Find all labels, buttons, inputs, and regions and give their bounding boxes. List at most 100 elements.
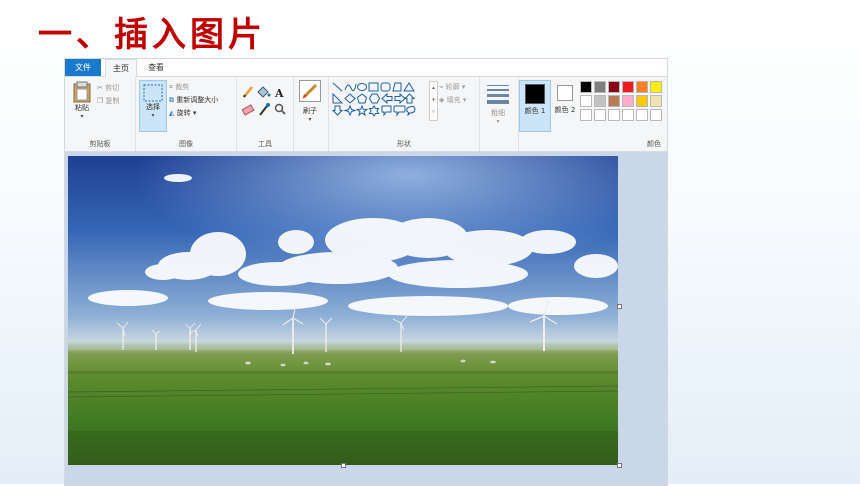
size-label: 粗细 xyxy=(491,109,505,117)
paste-label: 粘贴 xyxy=(75,104,89,112)
chevron-down-icon: ▾ xyxy=(192,109,197,117)
line-thickness-icon xyxy=(484,85,512,104)
shapes-scrollbar[interactable]: ▴ ▾ ▿ xyxy=(429,81,438,121)
rectangle-shape-icon xyxy=(368,82,379,92)
color-swatch[interactable] xyxy=(636,81,648,93)
color-swatch[interactable] xyxy=(580,81,592,93)
color-swatch[interactable] xyxy=(608,81,620,93)
text-icon[interactable]: A xyxy=(274,87,284,100)
color2-button[interactable]: 颜色 2 xyxy=(552,80,578,130)
color-swatch[interactable] xyxy=(622,81,634,93)
chevron-down-icon: ▾ xyxy=(461,83,466,91)
arrow-up-shape-icon xyxy=(403,93,416,104)
shapes-group-label: 形状 xyxy=(397,140,411,148)
rotate-label: 旋转 xyxy=(176,109,191,117)
ribbon: 粘贴 ▾ ✂ 剪切 ❐ 复制 剪贴板 选择 ▾ ⌗ 裁剪 ⧉ 重新调整大小 ◭ … xyxy=(65,77,667,152)
resize-icon: ⧉ xyxy=(169,96,174,104)
oval-shape-icon xyxy=(357,83,367,91)
callout-rounded-shape-icon xyxy=(393,105,406,117)
canvas-area[interactable] xyxy=(65,152,667,485)
fence xyxy=(68,385,618,398)
slide-title: 一、插入图片 xyxy=(38,15,266,55)
chevron-down-icon: ▾ xyxy=(462,96,467,104)
resize-handle-bottom[interactable] xyxy=(341,463,346,468)
color-swatch[interactable] xyxy=(594,81,606,93)
rotate-button[interactable]: ◭ 旋转 ▾ xyxy=(169,108,196,118)
line-shape-icon xyxy=(332,82,343,92)
tab-view[interactable]: 查看 xyxy=(141,59,171,76)
color-swatch[interactable] xyxy=(650,81,662,93)
resize-handle-right[interactable] xyxy=(617,304,622,309)
color2-label: 颜色 2 xyxy=(554,106,576,114)
tools-group: A 工具 xyxy=(237,77,294,151)
color-swatch[interactable] xyxy=(636,95,648,107)
color-swatch[interactable] xyxy=(608,95,620,107)
arrow-down-shape-icon xyxy=(331,105,344,116)
chevron-down-icon: ▾ xyxy=(151,111,155,119)
shapes-group: ▴ ▾ ▿ ⌁ 轮廓 ▾ ◈ 填充 ▾ 形状 xyxy=(329,77,480,151)
ribbon-tab-bar: 文件 主页 查看 xyxy=(65,59,667,77)
color1-swatch xyxy=(525,84,545,104)
arrow-left-shape-icon xyxy=(394,92,406,105)
paste-button[interactable]: 粘贴 ▾ xyxy=(71,81,93,125)
polygon-shape-icon xyxy=(392,82,402,92)
chevron-down-icon: ▾ xyxy=(80,113,84,120)
colors-group: 颜色 1 颜色 2 颜色 xyxy=(519,77,667,151)
diamond-shape-icon xyxy=(344,93,356,104)
crop-button[interactable]: ⌗ 裁剪 xyxy=(169,82,189,92)
livestock xyxy=(245,359,496,367)
color-swatch[interactable] xyxy=(594,109,606,121)
svg-text:A: A xyxy=(274,87,284,100)
resize-handle-corner[interactable] xyxy=(617,463,622,468)
pencil-icon[interactable] xyxy=(243,86,253,98)
crop-label: 裁剪 xyxy=(175,83,190,91)
cut-button[interactable]: ✂ 剪切 xyxy=(97,83,119,93)
color-swatch[interactable] xyxy=(580,109,592,121)
color-swatch[interactable] xyxy=(608,109,620,121)
tools-group-label: 工具 xyxy=(258,140,272,148)
resize-button[interactable]: ⧉ 重新调整大小 xyxy=(169,95,218,105)
color-swatch[interactable] xyxy=(580,95,592,107)
image-group-label: 图像 xyxy=(179,140,193,148)
color-swatch[interactable] xyxy=(594,95,606,107)
size-button[interactable]: 粗细 ▾ xyxy=(484,83,512,125)
hexagon-shape-icon xyxy=(368,93,381,104)
tab-home[interactable]: 主页 xyxy=(105,59,137,77)
eraser-icon[interactable] xyxy=(241,104,255,116)
color-swatch[interactable] xyxy=(622,95,634,107)
paste-icon xyxy=(73,81,91,103)
color-swatch[interactable] xyxy=(650,95,662,107)
fill-icon: ◈ xyxy=(439,96,445,104)
colors-group-label: 颜色 xyxy=(647,140,661,148)
fill-bucket-icon[interactable] xyxy=(257,86,271,98)
outline-button[interactable]: ⌁ 轮廓 ▾ xyxy=(439,82,465,92)
star6-shape-icon xyxy=(368,105,380,117)
brushes-label: 刷子 xyxy=(303,107,317,115)
color-picker-icon[interactable] xyxy=(259,103,270,116)
color1-button[interactable]: 颜色 1 xyxy=(519,80,551,132)
color-swatch[interactable] xyxy=(636,109,648,121)
brushes-button[interactable]: 刷子 ▾ xyxy=(297,80,323,123)
clipboard-group: 粘贴 ▾ ✂ 剪切 ❐ 复制 剪贴板 xyxy=(65,77,136,151)
callout-rect-shape-icon xyxy=(381,105,392,117)
fill-button[interactable]: ◈ 填充 ▾ xyxy=(439,95,466,105)
copy-button[interactable]: ❐ 复制 xyxy=(97,96,120,106)
arrow-right-shape-icon xyxy=(381,92,393,105)
color2-swatch xyxy=(557,85,573,101)
select-button[interactable]: 选择 ▾ xyxy=(139,80,167,132)
landscape-photo[interactable] xyxy=(68,156,618,465)
color-swatch[interactable] xyxy=(650,109,662,121)
shapes-gallery[interactable] xyxy=(331,80,431,122)
magnifier-icon[interactable] xyxy=(274,103,286,115)
select-rectangle-icon xyxy=(143,84,163,101)
outline-icon: ⌁ xyxy=(439,83,444,91)
image-group: 选择 ▾ ⌗ 裁剪 ⧉ 重新调整大小 ◭ 旋转 ▾ 图像 xyxy=(136,77,237,151)
resize-label: 重新调整大小 xyxy=(176,96,219,104)
triangle-shape-icon xyxy=(403,82,415,92)
select-label: 选择 xyxy=(146,102,160,111)
copy-icon: ❐ xyxy=(97,97,104,105)
tab-file[interactable]: 文件 xyxy=(65,59,101,76)
right-triangle-shape-icon xyxy=(332,92,344,104)
color-swatch[interactable] xyxy=(622,109,634,121)
curve-shape-icon xyxy=(344,83,357,92)
